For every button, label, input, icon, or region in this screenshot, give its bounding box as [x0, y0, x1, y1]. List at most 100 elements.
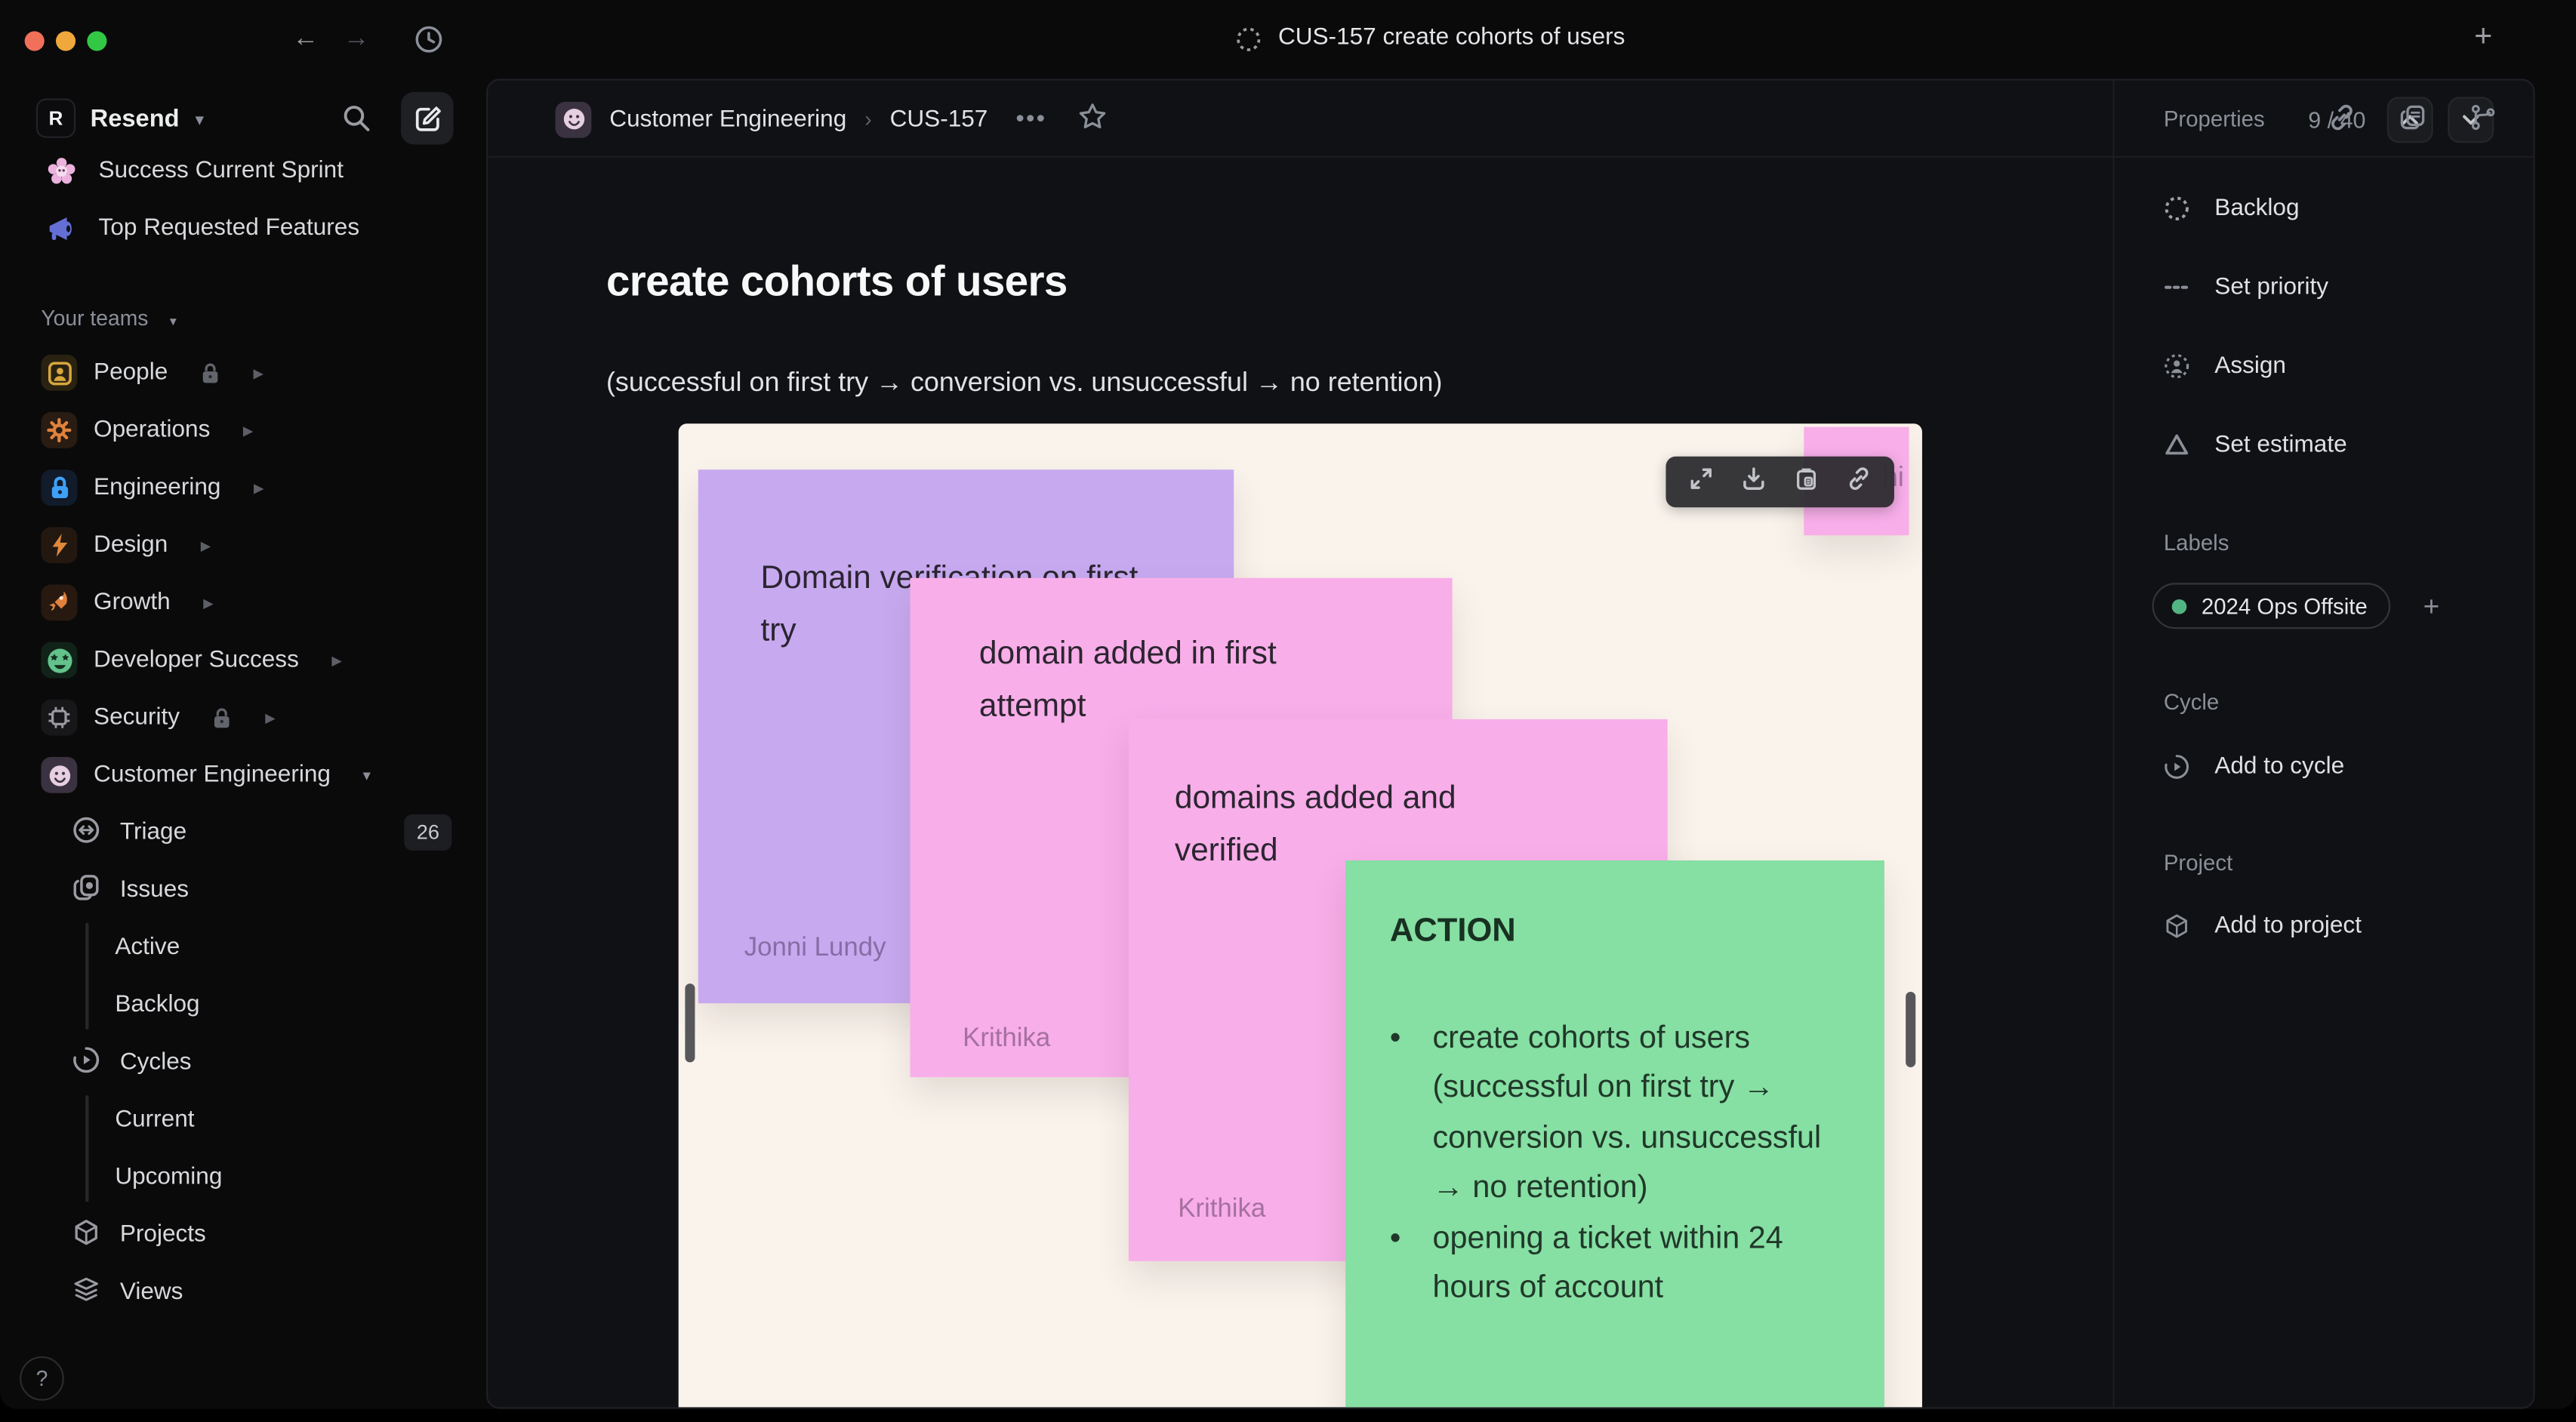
- workspace-logo: R: [35, 98, 76, 138]
- favorite-star-icon[interactable]: [1078, 101, 1108, 137]
- sidebar-item-active[interactable]: Active: [0, 923, 486, 972]
- sidebar-team-security[interactable]: Security ▶: [0, 693, 486, 742]
- copy-id-icon[interactable]: [2399, 103, 2427, 140]
- sticky-note-action: ACTION • create cohorts of users (success…: [1345, 860, 1884, 1408]
- triage-count-badge: 26: [404, 814, 452, 851]
- app-viewport: ← → CUS-157 create cohorts of users + R …: [0, 0, 2576, 1422]
- sidebar-item-top-requested-features[interactable]: Top Requested Features: [0, 204, 486, 253]
- estimate-triangle-icon: [2165, 434, 2189, 455]
- sidebar-team-label: Growth: [94, 589, 171, 616]
- estimate-selector[interactable]: Set estimate: [2164, 425, 2347, 464]
- close-window-button[interactable]: [24, 31, 45, 51]
- chevron-right-icon: ▶: [265, 709, 276, 725]
- copy-to-clipboard-icon[interactable]: [1794, 466, 1819, 499]
- zoom-window-button[interactable]: [87, 31, 107, 51]
- history-clock-icon[interactable]: [414, 25, 443, 63]
- sidebar-team-operations[interactable]: Operations ▶: [0, 405, 486, 454]
- image-hover-toolbar: [1665, 456, 1894, 508]
- properties-title: Properties: [2163, 106, 2265, 132]
- sidebar-team-customer-engineering[interactable]: Customer Engineering ▼: [0, 750, 486, 799]
- sidebar-item-issues[interactable]: Issues: [0, 865, 486, 914]
- expand-image-icon[interactable]: [1690, 466, 1715, 499]
- help-button[interactable]: ?: [20, 1356, 64, 1401]
- lightning-icon: [41, 527, 78, 564]
- sidebar-team-growth[interactable]: Growth ▶: [0, 578, 486, 627]
- properties-panel: Properties Backlog Set priority Assign S…: [2112, 80, 2533, 1408]
- blossom-icon: [43, 152, 79, 189]
- issue-description[interactable]: (successful on first try → conversion vs…: [606, 368, 1442, 399]
- add-to-cycle-button[interactable]: Add to cycle: [2164, 747, 2344, 786]
- assignee-selector[interactable]: Assign: [2164, 346, 2286, 386]
- backlog-status-icon: [2165, 196, 2189, 220]
- sidebar-item-success-current-sprint[interactable]: Success Current Sprint: [0, 146, 486, 195]
- rocket-icon: [41, 584, 78, 621]
- add-label-button[interactable]: +: [2423, 591, 2440, 624]
- triangle-down-icon: ▼: [167, 316, 179, 329]
- new-issue-button[interactable]: [400, 91, 454, 145]
- priority-dashes-icon: [2165, 285, 2189, 289]
- priority-selector[interactable]: Set priority: [2164, 268, 2328, 307]
- smiley-icon: [41, 756, 78, 793]
- sidebar-item-projects[interactable]: Projects: [0, 1210, 486, 1259]
- sidebar-team-label: People: [94, 359, 168, 386]
- sidebar-team-engineering[interactable]: Engineering ▶: [0, 463, 486, 512]
- issue-view-card: Customer Engineering › CUS-157 ••• 9 / 4…: [486, 78, 2535, 1409]
- label-chip[interactable]: 2024 Ops Offsite: [2152, 583, 2391, 629]
- chip-icon: [41, 699, 78, 736]
- sidebar-team-people[interactable]: People ▶: [0, 348, 486, 397]
- issue-title[interactable]: create cohorts of users: [606, 256, 1068, 306]
- embedded-whiteboard-image[interactable]: hi Domain verification on first try Jonn…: [678, 423, 1922, 1408]
- breadcrumb-team[interactable]: Customer Engineering: [609, 106, 846, 132]
- sidebar-team-label: Customer Engineering: [94, 762, 331, 789]
- download-icon[interactable]: [1742, 466, 1767, 499]
- project-section-header: Project: [2163, 850, 2233, 876]
- lock-blue-icon: [41, 469, 78, 506]
- compose-icon: [414, 106, 440, 131]
- sidebar-item-label: Active: [115, 934, 180, 961]
- sidebar-item-triage[interactable]: Triage 26: [0, 808, 486, 857]
- megaphone-icon: [43, 210, 79, 246]
- sidebar-item-views[interactable]: Views: [0, 1268, 486, 1317]
- search-icon[interactable]: [342, 103, 371, 141]
- status-selector[interactable]: Backlog: [2164, 189, 2300, 228]
- sidebar-team-design[interactable]: Design ▶: [0, 521, 486, 570]
- forward-arrow-icon[interactable]: →: [344, 21, 370, 57]
- sidebar-item-label: Current: [115, 1107, 195, 1134]
- image-resize-handle-left[interactable]: [685, 983, 695, 1063]
- workspace-switcher[interactable]: Resend: [91, 105, 180, 133]
- cube-icon: [2166, 914, 2187, 938]
- sidebar-item-backlog[interactable]: Backlog: [0, 980, 486, 1030]
- sidebar-team-label: Developer Success: [94, 647, 299, 673]
- estimate-label: Set estimate: [2214, 432, 2347, 458]
- cube-icon: [72, 1217, 100, 1252]
- new-tab-button[interactable]: +: [2474, 20, 2492, 56]
- sidebar-item-label: Cycles: [119, 1049, 192, 1076]
- back-arrow-icon[interactable]: ←: [292, 21, 319, 57]
- sidebar-item-upcoming[interactable]: Upcoming: [0, 1153, 486, 1202]
- cycles-icon: [72, 1045, 100, 1080]
- sidebar-item-current[interactable]: Current: [0, 1095, 486, 1144]
- sidebar-team-label: Operations: [94, 417, 211, 444]
- chevron-right-icon: ▶: [331, 652, 342, 668]
- copy-link-icon[interactable]: [1846, 466, 1871, 499]
- breadcrumb-issue-id[interactable]: CUS-157: [890, 106, 988, 132]
- issue-status-backlog-icon: [1235, 26, 1262, 61]
- label-color-dot: [2171, 598, 2187, 614]
- cycle-section-header: Cycle: [2163, 689, 2220, 715]
- label-name: 2024 Ops Offsite: [2201, 593, 2368, 619]
- sidebar-item-cycles[interactable]: Cycles: [0, 1038, 486, 1087]
- lock-icon: [213, 707, 233, 728]
- minimize-window-button[interactable]: [55, 31, 76, 51]
- your-teams-section-header[interactable]: Your teams ▼: [41, 306, 178, 331]
- sidebar-item-label: Backlog: [115, 992, 200, 1018]
- add-to-project-button[interactable]: Add to project: [2164, 906, 2362, 946]
- gear-icon: [41, 412, 78, 448]
- add-to-cycle-label: Add to cycle: [2214, 753, 2345, 780]
- git-branch-icon[interactable]: [2470, 103, 2497, 140]
- image-resize-handle-right[interactable]: [1906, 992, 1916, 1068]
- sidebar-team-developer-success[interactable]: Developer Success ▶: [0, 636, 486, 685]
- issues-icon: [72, 873, 100, 907]
- more-options-icon[interactable]: •••: [1015, 105, 1046, 133]
- copy-link-icon[interactable]: [2328, 103, 2356, 140]
- breadcrumb: Customer Engineering › CUS-157 •••: [555, 81, 1107, 158]
